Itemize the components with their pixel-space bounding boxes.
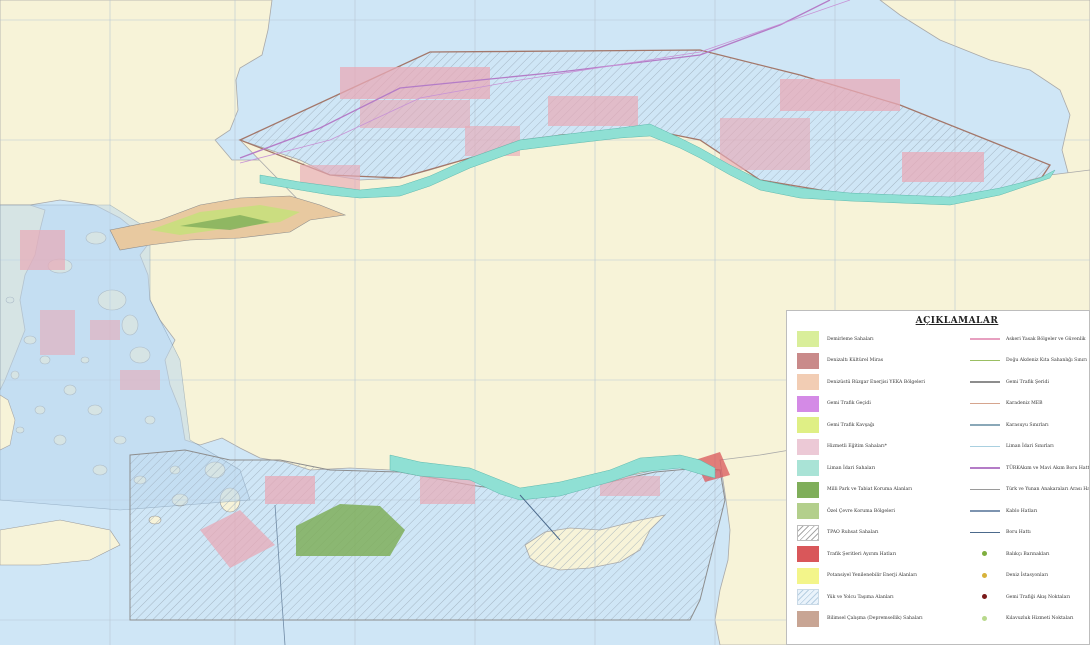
turk-yunan-line — [970, 485, 1000, 495]
legend-line-label: Kablo Hatları — [1006, 508, 1038, 514]
legend-area-label: Denizüstü Rüzgar Enerjisi YEKA Bölgeleri — [827, 379, 925, 385]
demirleme-swatch — [797, 331, 819, 347]
legend-area-item: Potansiyel Yenilenebilir Enerji Alanları — [797, 566, 917, 586]
trafik-gecidi-swatch — [797, 395, 819, 412]
legend-line-label: Balıkçı Barınakları — [1006, 551, 1050, 557]
legend-line-item: Doğu Akdeniz Kıta Sahanlığı Sınırı — [970, 351, 1087, 371]
ozel-cevre-swatch — [797, 503, 819, 519]
ruzgar-yeka-swatch — [797, 374, 819, 390]
legend-area-item: TPAO Ruhsat Sahaları — [797, 523, 879, 543]
trafik-kavsagi-swatch — [797, 417, 819, 433]
legend-area-label: Yük ve Yolcu Taşıma Alanları — [827, 594, 894, 600]
legend-line-label: Askeri Yasak Bölgeler ve Güvenlik — [1006, 336, 1086, 342]
kablo-line — [970, 506, 1000, 516]
legend-area-label: Gemi Trafik Geçidi — [827, 401, 871, 406]
milli-park-swatch — [797, 481, 819, 498]
legend-area-item: Hizmetli Eğitim Sahaları* — [797, 437, 887, 457]
legend-area-label: Özel Çevre Koruma Bölgeleri — [827, 508, 895, 514]
legend-area-label: Bilimsel Çalışma (Depremsellik) Sahaları — [827, 616, 923, 621]
legend-line-item: Gemi Trafik Şeridi — [970, 372, 1049, 392]
legend-area-item: Demirleme Sahaları — [797, 329, 874, 349]
legend-area-label: Hizmetli Eğitim Sahaları* — [827, 444, 887, 449]
legend-area-item: Yük ve Yolcu Taşıma Alanları — [797, 587, 894, 607]
legend-area-label: Potansiyel Yenilenebilir Enerji Alanları — [827, 573, 917, 578]
liman-idari-line — [970, 442, 1000, 452]
legend-line-item: Gemi Trafiği Akış Noktaları — [970, 587, 1070, 607]
legend-area-label: TPAO Ruhsat Sahaları — [827, 530, 879, 535]
trafik-akis-point — [970, 592, 1000, 602]
legend-line-label: Karasuyu Sınırları — [1006, 422, 1049, 428]
tpao-ruhsat-swatch — [797, 524, 819, 541]
yenilenebilir-swatch — [797, 567, 819, 584]
legend-line-item: Liman İdari Sınırları — [970, 437, 1054, 457]
legend-line-item: TÜRKAkım ve Mavi Akım Boru Hattı — [970, 458, 1090, 478]
legend-line-item: Kablo Hatları — [970, 501, 1037, 521]
legend-area-label: Liman İdari Sahaları — [827, 465, 876, 471]
legend-line-label: Türk ve Yunan Anakaraları Arası Hat — [1006, 487, 1090, 492]
legend-area-item: Özel Çevre Koruma Bölgeleri — [797, 501, 895, 521]
deniz-istasyon-point — [970, 571, 1000, 581]
legend-line-label: Doğu Akdeniz Kıta Sahanlığı Sınırı — [1006, 358, 1087, 363]
legend-area-label: Trafik Şeritleri Ayırım Hatları — [827, 551, 897, 557]
turkakim-line — [970, 463, 1000, 473]
kilavuzluk-point — [970, 614, 1000, 624]
legend-area-item: Gemi Trafik Geçidi — [797, 394, 871, 414]
legend-area-item: Liman İdari Sahaları — [797, 458, 875, 478]
map-legend: AÇIKLAMALAR Demirleme Sahaları Denizaltı … — [786, 310, 1090, 645]
legend-line-item: Türk ve Yunan Anakaraları Arası Hat — [970, 480, 1090, 500]
legend-line-label: Kılavuzluk Hizmeti Noktaları — [1006, 616, 1074, 621]
yuk-yolcu-swatch — [797, 589, 819, 605]
trafik-seridi-line — [970, 377, 1000, 387]
boru-hatti-line — [970, 528, 1000, 538]
legend-area-label: Denizaltı Kültürel Miras — [827, 358, 884, 363]
liman-idari-swatch — [797, 460, 819, 476]
legend-line-label: Deniz İstasyonları — [1006, 573, 1049, 578]
legend-area-item: Bilimsel Çalışma (Depremsellik) Sahaları — [797, 609, 923, 629]
bilimsel-calisma-swatch — [797, 610, 819, 627]
legend-line-label: Karadeniz MEB — [1006, 401, 1043, 406]
legend-area-label: Gemi Trafik Kavşağı — [827, 422, 875, 428]
legend-line-label: Gemi Trafik Şeridi — [1006, 379, 1049, 385]
askeri-yasak-line — [970, 334, 1000, 344]
legend-area-label: Milli Park ve Tabiat Koruma Alanları — [827, 487, 912, 492]
egitim-sahalari-swatch — [797, 438, 819, 455]
legend-line-item: Balıkçı Barınakları — [970, 544, 1049, 564]
legend-area-item: Trafik Şeritleri Ayırım Hatları — [797, 544, 896, 564]
legend-area-item: Gemi Trafik Kavşağı — [797, 415, 874, 435]
kulturel-miras-swatch — [797, 352, 819, 369]
legend-line-item: Karasuyu Sınırları — [970, 415, 1049, 435]
legend-line-item: Karadeniz MEB — [970, 394, 1043, 414]
legend-line-label: TÜRKAkım ve Mavi Akım Boru Hattı — [1006, 465, 1090, 471]
balikci-barinak-point — [970, 549, 1000, 559]
legend-area-item: Milli Park ve Tabiat Koruma Alanları — [797, 480, 912, 500]
legend-line-label: Gemi Trafiği Akış Noktaları — [1006, 594, 1071, 600]
karasuyu-line — [970, 420, 1000, 430]
kita-sahanligi-line — [970, 356, 1000, 366]
legend-line-item: Kılavuzluk Hizmeti Noktaları — [970, 609, 1074, 629]
legend-area-item: Denizaltı Kültürel Miras — [797, 351, 883, 371]
karadeniz-meb-line — [970, 399, 1000, 409]
trafik-seritleri-swatch — [797, 546, 819, 562]
legend-title: AÇIKLAMALAR — [915, 316, 999, 326]
legend-area-label: Demirleme Sahaları — [827, 336, 874, 342]
mediterranean-zones — [129, 449, 730, 645]
legend-line-item: Deniz İstasyonları — [970, 566, 1048, 586]
legend-line-label: Boru Hattı — [1006, 530, 1031, 535]
legend-area-item: Denizüstü Rüzgar Enerjisi YEKA Bölgeleri — [797, 372, 925, 392]
legend-line-label: Liman İdari Sınırları — [1006, 444, 1054, 449]
legend-line-item: Askeri Yasak Bölgeler ve Güvenlik — [970, 329, 1086, 349]
legend-line-item: Boru Hattı — [970, 523, 1031, 543]
